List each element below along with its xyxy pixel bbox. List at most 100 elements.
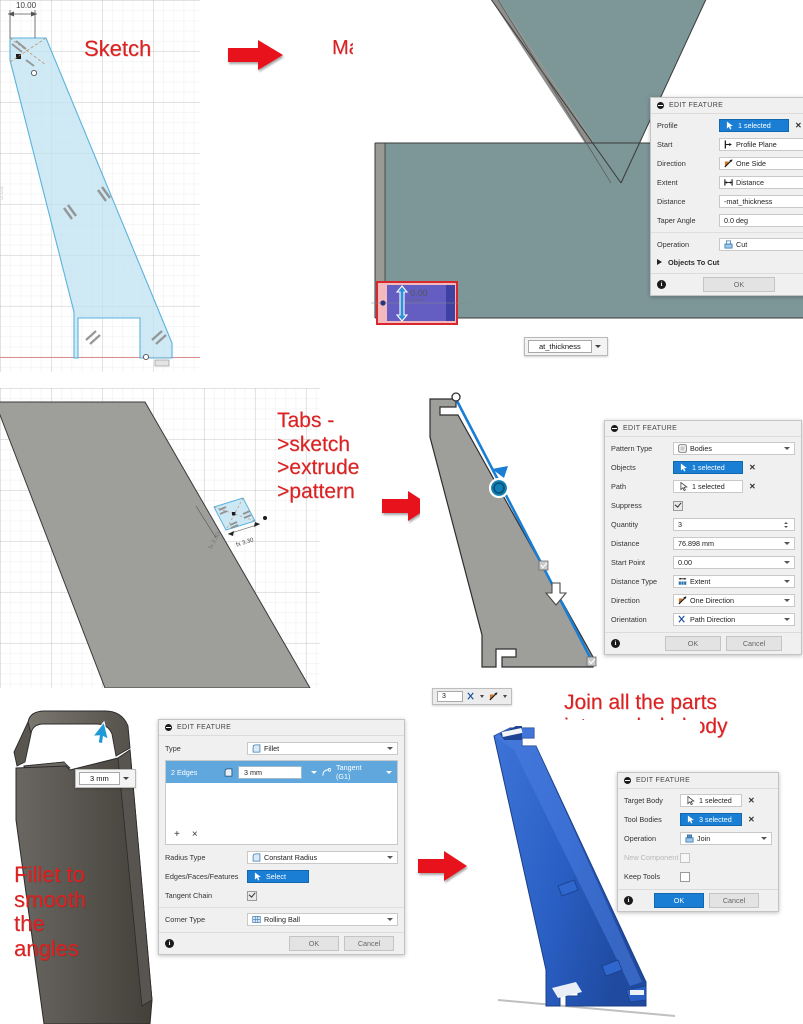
chevron-down-icon[interactable] bbox=[122, 777, 129, 780]
row-operation[interactable]: Operation Join bbox=[624, 830, 772, 847]
corner-type-combo[interactable]: Rolling Ball bbox=[247, 913, 398, 926]
pattern-edit-feature-dialog[interactable]: EDIT FEATURE Pattern Type Bodies Objects bbox=[604, 420, 802, 655]
direction-combo[interactable]: One Direction bbox=[673, 594, 795, 607]
taper-angle-input[interactable]: 0.0 deg bbox=[719, 214, 803, 227]
clear-selection-icon[interactable]: ✕ bbox=[795, 121, 802, 130]
row-taper-angle[interactable]: Taper Angle 0.0 deg bbox=[657, 212, 803, 229]
target-body-select[interactable]: 1 selected bbox=[680, 794, 742, 807]
expand-triangle-icon[interactable] bbox=[657, 259, 662, 265]
edge-row[interactable]: 2 Edges 3 mm Tangent (G1) bbox=[166, 761, 397, 783]
info-icon[interactable]: i bbox=[657, 280, 666, 289]
row-profile[interactable]: Profile 1 selected ✕ bbox=[657, 117, 803, 134]
chevron-down-icon[interactable] bbox=[311, 770, 317, 774]
quantity-stepper[interactable] bbox=[782, 521, 790, 528]
profile-select-button[interactable]: 1 selected bbox=[719, 119, 789, 132]
pattern-canvas-toolbar[interactable]: 3 bbox=[432, 688, 512, 705]
row-objects[interactable]: Objects 1 selected ✕ bbox=[611, 459, 795, 476]
ok-button[interactable]: OK bbox=[703, 277, 775, 292]
row-direction[interactable]: Direction One Side bbox=[657, 155, 803, 172]
row-start[interactable]: Start Profile Plane bbox=[657, 136, 803, 153]
row-tool-bodies[interactable]: Tool Bodies 3 selected ✕ bbox=[624, 811, 772, 828]
pattern-type-combo[interactable]: Bodies bbox=[673, 442, 795, 455]
info-icon[interactable]: i bbox=[165, 939, 174, 948]
quantity-input[interactable]: 3 bbox=[673, 518, 795, 531]
row-type[interactable]: Type Fillet bbox=[165, 740, 398, 757]
objects-select-button[interactable]: 1 selected bbox=[673, 461, 743, 474]
add-edge-icon[interactable]: + bbox=[174, 829, 180, 840]
path-select-button[interactable]: 1 selected bbox=[673, 480, 743, 493]
chevron-down-icon[interactable] bbox=[784, 599, 790, 602]
chevron-down-icon[interactable] bbox=[387, 918, 393, 921]
info-icon[interactable]: i bbox=[624, 896, 633, 905]
clear-target-icon[interactable]: ✕ bbox=[748, 796, 755, 805]
operation-combo[interactable]: Join bbox=[680, 832, 772, 845]
row-start-point[interactable]: Start Point 0.00 bbox=[611, 554, 795, 571]
info-icon[interactable]: i bbox=[611, 639, 620, 648]
row-radius-type[interactable]: Radius Type Constant Radius bbox=[165, 849, 398, 866]
row-extent[interactable]: Extent Distance bbox=[657, 174, 803, 191]
cancel-button[interactable]: Cancel bbox=[709, 893, 759, 908]
row-corner-type[interactable]: Corner Type Rolling Ball bbox=[165, 911, 398, 928]
distance-input[interactable]: 76.898 mm bbox=[673, 537, 795, 550]
chevron-down-icon[interactable] bbox=[784, 618, 790, 621]
remove-edge-icon[interactable]: × bbox=[192, 829, 198, 840]
row-keep-tools[interactable]: Keep Tools bbox=[624, 868, 772, 885]
chevron-down-icon[interactable] bbox=[387, 856, 393, 859]
row-target-body[interactable]: Target Body 1 selected ✕ bbox=[624, 792, 772, 809]
orientation-icon[interactable] bbox=[467, 692, 476, 701]
row-distance[interactable]: Distance 76.898 mm bbox=[611, 535, 795, 552]
edges-list[interactable]: 2 Edges 3 mm Tangent (G1) + × bbox=[165, 760, 398, 845]
clear-tools-icon[interactable]: ✕ bbox=[748, 815, 755, 824]
suppress-checkbox[interactable] bbox=[673, 500, 683, 511]
collapse-icon[interactable] bbox=[624, 777, 631, 784]
edge-radius-input[interactable]: 3 mm bbox=[238, 765, 302, 779]
chevron-down-icon-2[interactable] bbox=[502, 695, 507, 698]
row-quantity[interactable]: Quantity 3 bbox=[611, 516, 795, 533]
extrude-edit-feature-dialog[interactable]: EDIT FEATURE Profile 1 selected ✕ Start bbox=[650, 97, 803, 296]
cancel-button[interactable]: Cancel bbox=[344, 936, 394, 951]
chevron-down-icon[interactable] bbox=[784, 447, 790, 450]
cancel-button[interactable]: Cancel bbox=[726, 636, 782, 651]
row-path[interactable]: Path 1 selected ✕ bbox=[611, 478, 795, 495]
direction-icon[interactable] bbox=[488, 692, 499, 701]
start-point-input[interactable]: 0.00 bbox=[673, 556, 795, 569]
clear-path-icon[interactable]: ✕ bbox=[749, 482, 756, 491]
ok-button[interactable]: OK bbox=[665, 636, 721, 651]
extrude-canvas-value[interactable]: at_thickness bbox=[524, 337, 608, 356]
row-distance-type[interactable]: Distance Type Extent bbox=[611, 573, 795, 590]
chevron-down-icon-2[interactable] bbox=[386, 770, 392, 774]
collapse-icon[interactable] bbox=[611, 425, 618, 432]
row-direction[interactable]: Direction One Direction bbox=[611, 592, 795, 609]
chevron-down-icon[interactable] bbox=[784, 542, 790, 545]
row-distance[interactable]: Distance -mat_thickness bbox=[657, 193, 803, 210]
distance-input[interactable]: -mat_thickness bbox=[719, 195, 803, 208]
orientation-combo[interactable]: Path Direction bbox=[673, 613, 795, 626]
radius-type-combo[interactable]: Constant Radius bbox=[247, 851, 398, 864]
row-edges-faces-features[interactable]: Edges/Faces/Features Select bbox=[165, 868, 398, 885]
fillet-edit-feature-dialog[interactable]: EDIT FEATURE Type Fillet 2 Edges 3 mm Ta… bbox=[158, 719, 405, 955]
extent-combo[interactable]: Distance bbox=[719, 176, 803, 189]
row-orientation[interactable]: Orientation Path Direction bbox=[611, 611, 795, 628]
tangent-chain-checkbox[interactable] bbox=[247, 890, 257, 901]
tool-bodies-select[interactable]: 3 selected bbox=[680, 813, 742, 826]
row-operation[interactable]: Operation Cut bbox=[657, 236, 803, 253]
collapse-icon[interactable] bbox=[657, 102, 664, 109]
distance-type-combo[interactable]: Extent bbox=[673, 575, 795, 588]
collapse-icon[interactable] bbox=[165, 724, 172, 731]
row-suppress[interactable]: Suppress bbox=[611, 497, 795, 514]
type-combo[interactable]: Fillet bbox=[247, 742, 398, 755]
row-tangent-chain[interactable]: Tangent Chain bbox=[165, 887, 398, 904]
clear-objects-icon[interactable]: ✕ bbox=[749, 463, 756, 472]
chevron-down-icon[interactable] bbox=[479, 695, 484, 698]
chevron-down-icon[interactable] bbox=[387, 747, 393, 750]
ok-button[interactable]: OK bbox=[654, 893, 704, 908]
select-button[interactable]: Select bbox=[247, 870, 309, 883]
pattern-quantity-input[interactable]: 3 bbox=[437, 691, 463, 702]
row-objects-to-cut[interactable]: Objects To Cut bbox=[657, 255, 803, 269]
keep-tools-checkbox[interactable] bbox=[680, 871, 690, 882]
row-pattern-type[interactable]: Pattern Type Bodies bbox=[611, 440, 795, 457]
chevron-down-icon[interactable] bbox=[784, 580, 790, 583]
direction-combo[interactable]: One Side bbox=[719, 157, 803, 170]
chevron-down-icon[interactable] bbox=[784, 561, 790, 564]
ok-button[interactable]: OK bbox=[289, 936, 339, 951]
